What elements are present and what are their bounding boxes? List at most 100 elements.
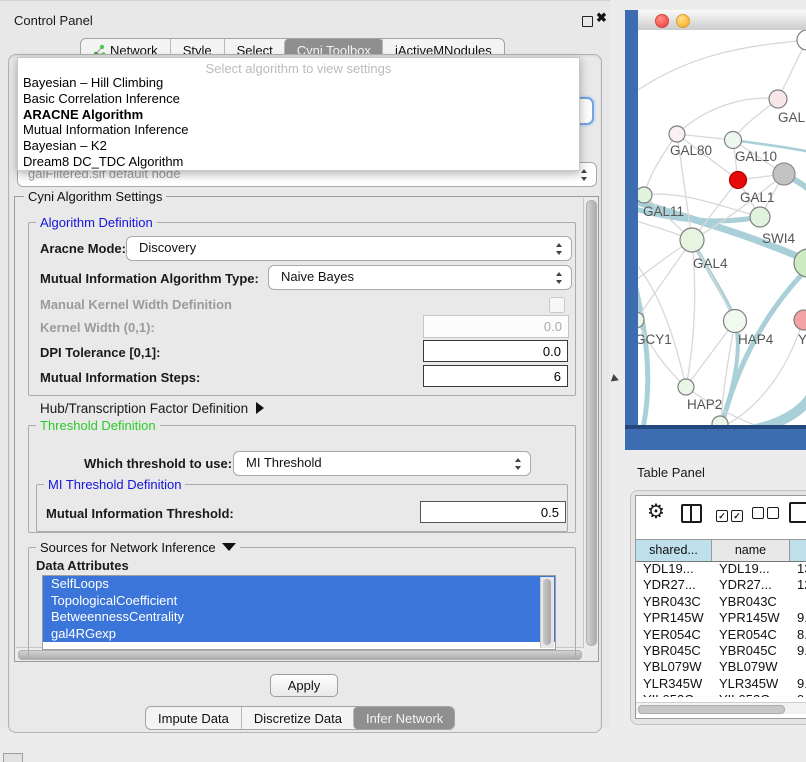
column-header[interactable]: name [712,540,790,561]
node-label: SWI4 [762,231,795,246]
data-attributes-label: Data Attributes [36,558,129,573]
float-window-icon[interactable] [582,16,593,27]
network-node[interactable] [669,126,685,142]
network-node[interactable] [638,187,652,203]
export-table-icon[interactable] [789,502,806,523]
network-node[interactable] [773,163,795,185]
apply-button[interactable]: Apply [270,674,338,697]
table-panel-title: Table Panel [637,465,705,480]
network-canvas[interactable]: GALGAL80GAL10GAL1GAL11SWI4GAL4GCY1HAP4YH… [638,30,806,425]
algorithm-option[interactable]: Mutual Information Inference [18,122,579,138]
tab-impute-data[interactable]: Impute Data [146,707,241,729]
close-traffic-light-icon[interactable] [655,14,669,28]
algorithm-option[interactable]: Dream8 DC_TDC Algorithm [18,154,579,170]
settings-group-title: Cyni Algorithm Settings [24,189,166,204]
attribute-item[interactable]: BetweennessCentrality [43,609,555,626]
manual-kernel-checkbox[interactable] [549,297,565,313]
column-header[interactable] [790,540,806,561]
network-node[interactable] [680,228,704,252]
data-attributes-list[interactable]: SelfLoopsTopologicalCoefficientBetweenne… [42,575,556,650]
table-cell: 9 [790,692,806,697]
sources-title: Sources for Network Inference [40,540,216,555]
deselect-all-columns-icon[interactable] [752,507,782,522]
table-cell: YLR345W [712,676,790,692]
network-node[interactable] [724,310,747,333]
attribute-item[interactable]: SelfLoops [43,576,555,593]
network-window-titlebar[interactable] [638,10,806,31]
network-node[interactable] [678,379,694,395]
network-node[interactable] [769,90,787,108]
table-row[interactable]: YIL052CYIL052C9 [636,692,806,697]
table-cell: 9. [790,676,806,692]
table-cell: 9. [790,643,806,659]
table-cell: YBL079W [636,659,712,675]
close-icon[interactable]: ✖ [596,10,607,26]
mi-threshold-field[interactable]: 0.5 [420,501,566,523]
mi-type-combo[interactable]: Naive Bayes [268,265,572,290]
mi-steps-label: Mutual Information Steps: [40,370,200,385]
algorithm-option[interactable]: Basic Correlation Inference [18,91,579,107]
gear-icon[interactable]: ⚙ [647,499,665,524]
table-cell: YBR045C [712,643,790,659]
select-all-columns-icon[interactable]: ✓✓ [716,507,746,522]
tab-infer-network[interactable]: Infer Network [353,707,455,729]
hub-definition-toggle[interactable]: Hub/Transcription Factor Definition [40,401,264,416]
table-row[interactable]: YPR145WYPR145W9. [636,610,806,626]
network-node[interactable] [730,172,747,189]
zoom-traffic-light-icon[interactable] [697,14,709,26]
table-row[interactable]: YDL19...YDL19...13 [636,561,806,577]
table-cell: YBR045C [636,643,712,659]
algorithm-option[interactable]: ARACNE Algorithm [18,107,579,123]
table-cell: YDL19... [712,561,790,577]
table-horizontal-scrollbar[interactable] [636,702,806,714]
expand-arrow-icon [256,402,264,414]
table-row[interactable]: YBR045CYBR045C9. [636,643,806,659]
table-row[interactable]: YBL079WYBL079W [636,659,806,675]
dpi-tolerance-field[interactable]: 0.0 [423,340,568,362]
table-cell: YDL19... [636,561,712,577]
network-node[interactable] [794,310,806,330]
algorithm-option[interactable]: Bayesian – Hill Climbing [18,75,579,91]
aracne-mode-combo[interactable]: Discovery [126,236,572,261]
attributes-scrollbar[interactable] [540,577,554,648]
table-cell: 9. [790,610,806,626]
table-cell: 8. [790,627,806,643]
table-cell: 13 [790,561,806,577]
network-node[interactable] [725,132,742,149]
which-threshold-combo[interactable]: MI Threshold [233,451,531,476]
attribute-item[interactable]: gal4RGexp [43,626,555,643]
settings-vertical-scrollbar[interactable] [583,198,597,648]
attribute-item[interactable]: TopologicalCoefficient [43,593,555,610]
minimized-window-icon[interactable] [3,753,23,762]
algorithm-definition-title: Algorithm Definition [36,215,157,230]
minimize-traffic-light-icon[interactable] [676,14,690,28]
kernel-width-field[interactable]: 0.0 [423,315,569,338]
table-cell: YBR043C [712,594,790,610]
table-row[interactable]: YLR345WYLR345W9. [636,676,806,692]
table-row[interactable]: YDR27...YDR27...12 [636,577,806,593]
table-cell: YIL052C [636,692,712,697]
combo-spinner-icon [580,168,589,182]
which-threshold-label: Which threshold to use: [84,456,232,471]
table-row[interactable]: YBR043CYBR043C [636,594,806,610]
network-node[interactable] [750,207,770,227]
network-view-window: GALGAL80GAL10GAL1GAL11SWI4GAL4GCY1HAP4YH… [625,10,806,450]
sources-toggle[interactable]: Sources for Network Inference [36,540,240,555]
node-label: GAL1 [740,190,775,205]
table-cell: YBL079W [712,659,790,675]
screen: Control Panel ✖ NetworkStyleSelectCyni T… [0,0,806,762]
node-label: GCY1 [638,332,672,347]
column-header[interactable]: shared... [636,540,712,561]
algorithm-option[interactable]: Bayesian – K2 [18,138,579,154]
split-view-icon[interactable] [681,504,702,523]
dpi-tolerance-label: DPI Tolerance [0,1]: [40,345,160,360]
kernel-width-label: Kernel Width (0,1): [40,320,155,335]
node-label: GAL11 [643,204,684,219]
table-cell: YBR043C [636,594,712,610]
network-node[interactable] [797,30,806,50]
mi-steps-field[interactable]: 6 [423,365,568,387]
mi-type-label: Mutual Information Algorithm Type: [40,271,259,286]
manual-kernel-label: Manual Kernel Width Definition [40,297,232,312]
tab-discretize-data[interactable]: Discretize Data [241,707,354,729]
table-row[interactable]: YER054CYER054C8. [636,627,806,643]
